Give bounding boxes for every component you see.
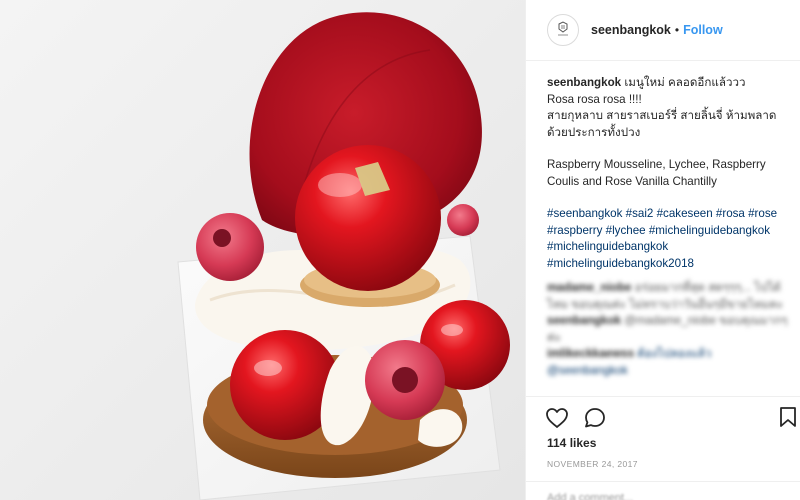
- caption-line-4: ด้วยประการทั้งปวง: [547, 125, 641, 139]
- caption-line-3: สายกุหลาบ สายราสเบอร์รี่ สายลิ้นจี่ ห้าม…: [547, 109, 777, 122]
- seen-logo-icon: [558, 21, 568, 36]
- blurred-comment: imlikeckkaewss ต้องไปลองแล้ว @seenbangko…: [547, 347, 712, 377]
- heart-icon[interactable]: [545, 407, 569, 429]
- post-header: seenbangkok • Follow: [526, 0, 800, 61]
- post-username[interactable]: seenbangkok: [591, 23, 671, 37]
- header-separator: •: [674, 23, 680, 37]
- caption-line-2: Rosa rosa rosa !!!!: [547, 92, 642, 106]
- add-comment-input[interactable]: Add a comment...: [547, 492, 633, 500]
- post-side-panel: seenbangkok • Follow seenbangkok เมนูใหม…: [525, 0, 800, 500]
- comment-list: seenbangkok เมนูใหม่ คลอดอีกแล้ววว Rosa …: [547, 75, 792, 379]
- caption-line-1: seenbangkok เมนูใหม่ คลอดอีกแล้ววว: [547, 76, 746, 89]
- blurred-comment: madame_niobe อร่อยมากที่สุด สดๆๆๆ... ไปไ…: [547, 281, 784, 311]
- caption-hashtags[interactable]: #seenbangkok #sai2 #cakeseen #rosa #rose…: [547, 206, 792, 272]
- divider: [526, 396, 800, 397]
- post-date[interactable]: NOVEMBER 24, 2017: [547, 459, 638, 469]
- bookmark-icon[interactable]: [779, 406, 797, 433]
- comment-icon[interactable]: [583, 406, 607, 430]
- avatar[interactable]: [547, 14, 579, 46]
- action-bar: [545, 404, 621, 432]
- instagram-post: seenbangkok • Follow seenbangkok เมนูใหม…: [0, 0, 800, 500]
- dessert-image: [177, 12, 510, 500]
- divider: [526, 481, 800, 482]
- likes-count[interactable]: 114 likes: [547, 436, 596, 450]
- follow-button[interactable]: Follow: [683, 23, 723, 37]
- caption-username[interactable]: seenbangkok: [547, 76, 621, 89]
- caption-description: Raspberry Mousseline, Lychee, Raspberry …: [547, 158, 766, 188]
- post-photo[interactable]: [0, 0, 525, 500]
- blurred-comment: seenbangkok @madame_niobe ขอบคุณมากๆค่ะ: [547, 314, 788, 344]
